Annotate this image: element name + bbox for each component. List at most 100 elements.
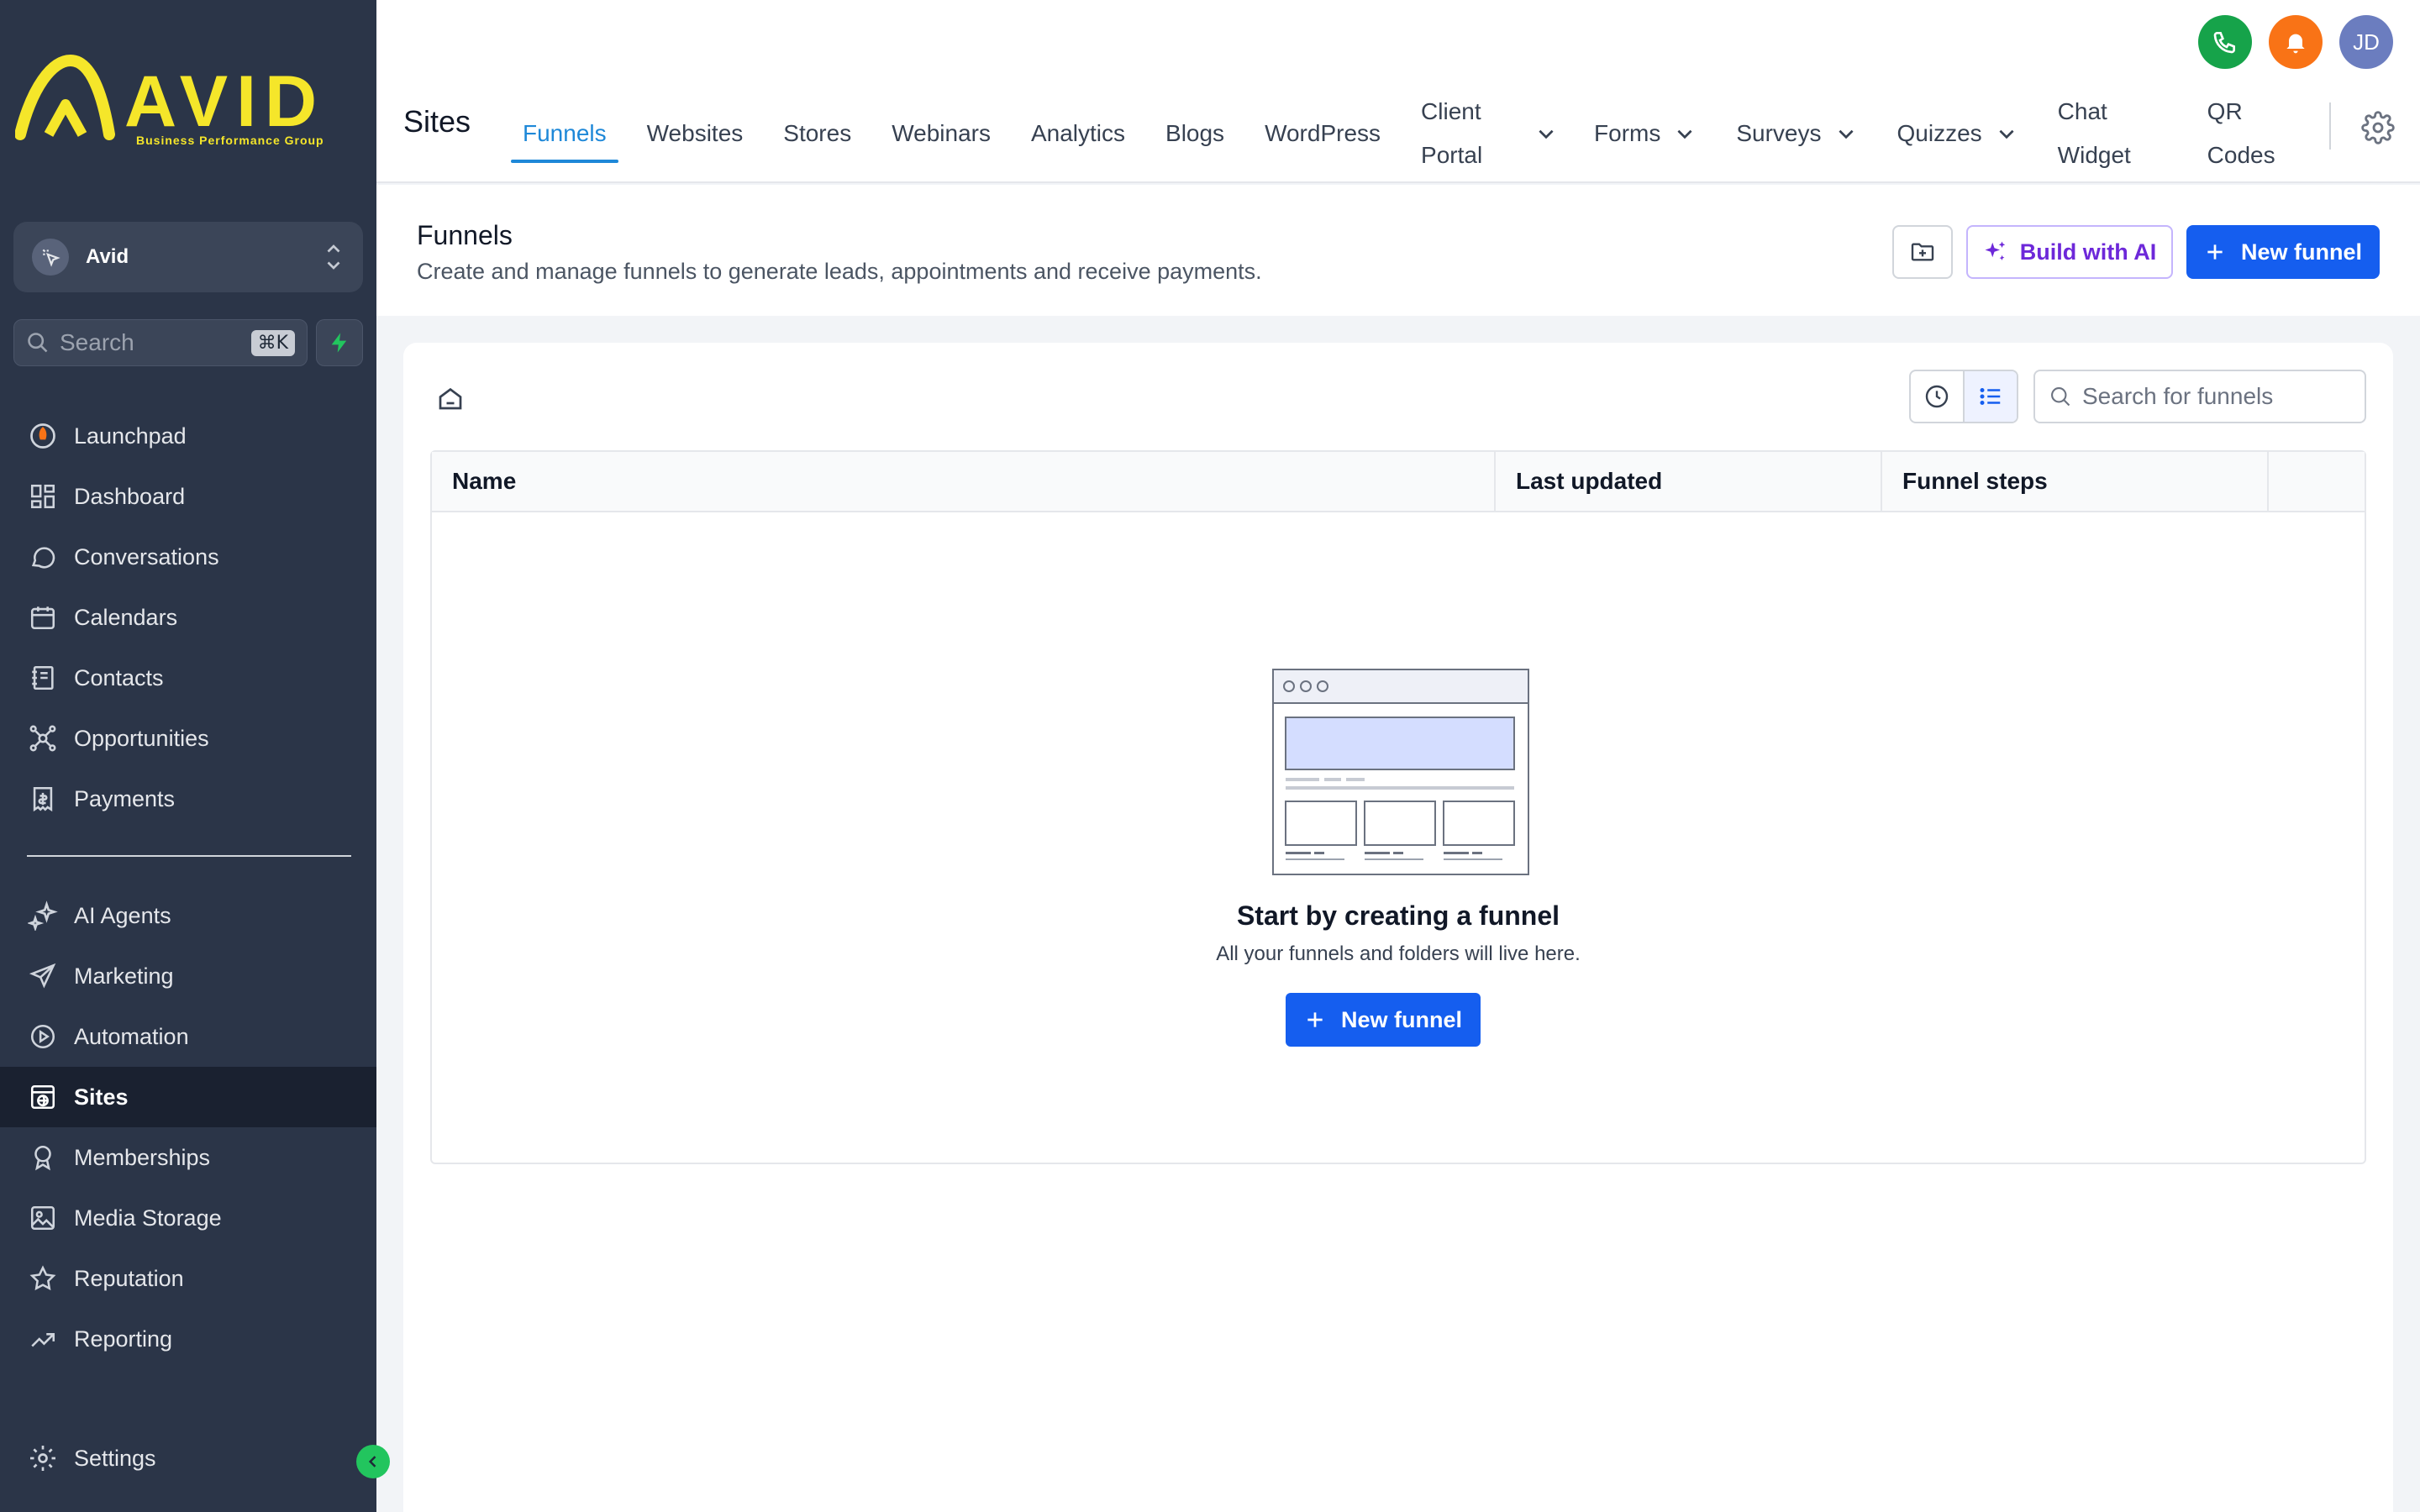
funnels-card: Name Last updated Funnel steps (403, 343, 2393, 1512)
sidebar-item-sites[interactable]: Sites (0, 1067, 376, 1127)
chevron-left-icon (368, 1456, 376, 1467)
tab-blogs[interactable]: Blogs (1145, 84, 1244, 183)
tab-label: Client Portal (1421, 90, 1522, 177)
sidebar-item-label: Automation (74, 1023, 189, 1049)
tab-label: Chat Widget (2058, 90, 2167, 177)
sidebar-item-reporting[interactable]: Reporting (0, 1309, 376, 1369)
svg-text:AVID: AVID (124, 61, 325, 142)
chevron-down-icon (1838, 129, 1854, 139)
sidebar-item-launchpad[interactable]: Launchpad (0, 406, 376, 466)
notifications-button[interactable] (2269, 15, 2323, 69)
sidebar-item-label: Reputation (74, 1265, 184, 1291)
sidebar-search[interactable]: Search ⌘K (13, 319, 308, 366)
chevron-updown-icon (327, 244, 340, 270)
sidebar-item-media-storage[interactable]: Media Storage (0, 1188, 376, 1248)
sidebar-item-label: Conversations (74, 543, 219, 570)
gear-icon (27, 1442, 59, 1474)
sidebar-item-label: Opportunities (74, 725, 209, 751)
empty-funnel-illustration (1272, 669, 1529, 875)
image-icon (27, 1202, 59, 1234)
chevron-down-icon (1677, 129, 1692, 139)
empty-state-title: Start by creating a funnel (1236, 900, 1560, 931)
top-bar: Sites Funnels Websites Stores Webinars A… (376, 0, 2420, 183)
funnels-header: Funnels Create and manage funnels to gen… (376, 185, 2420, 316)
chat-bubble-icon (27, 541, 59, 573)
build-with-ai-button[interactable]: Build with AI (1966, 225, 2173, 279)
sidebar-item-calendars[interactable]: Calendars (0, 587, 376, 648)
tab-stores[interactable]: Stores (763, 84, 871, 183)
sparkle-icon (1985, 241, 2005, 260)
table-header: Name Last updated Funnel steps (432, 452, 2365, 512)
sidebar-item-opportunities[interactable]: Opportunities (0, 708, 376, 769)
tab-qr-codes[interactable]: QR Codes (2187, 84, 2303, 183)
tab-client-portal[interactable]: Client Portal (1401, 84, 1574, 183)
sidebar-item-contacts[interactable]: Contacts (0, 648, 376, 708)
shortcut-badge: ⌘K (250, 329, 295, 356)
sidebar-secondary-nav: AI Agents Marketing Automation Sites Mem… (0, 885, 376, 1369)
chevron-down-icon (1539, 129, 1554, 139)
account-switcher[interactable]: Avid (13, 222, 363, 292)
tab-chat-widget[interactable]: Chat Widget (2038, 84, 2187, 183)
search-icon (28, 333, 48, 353)
sidebar-item-marketing[interactable]: Marketing (0, 946, 376, 1006)
sidebar-item-conversations[interactable]: Conversations (0, 527, 376, 587)
tab-websites[interactable]: Websites (627, 84, 764, 183)
tab-quizzes[interactable]: Quizzes (1877, 84, 2038, 183)
new-funnel-label: New funnel (2240, 239, 2362, 265)
phone-button[interactable] (2198, 15, 2252, 69)
sidebar-search-placeholder: Search (60, 329, 134, 355)
funnel-search-input[interactable] (2082, 383, 2351, 410)
search-icon (2051, 387, 2070, 407)
tab-wordpress[interactable]: WordPress (1244, 84, 1401, 183)
sidebar-search-row: Search ⌘K (13, 319, 363, 366)
receipt-icon (27, 783, 59, 815)
new-folder-button[interactable] (1892, 225, 1953, 279)
tab-label: Forms (1594, 120, 1661, 146)
sidebar-item-ai-agents[interactable]: AI Agents (0, 885, 376, 946)
grid-icon (27, 480, 59, 512)
sidebar-item-reputation[interactable]: Reputation (0, 1248, 376, 1309)
sidebar-item-label: Marketing (74, 963, 174, 989)
tab-label: QR Codes (2207, 90, 2283, 177)
empty-new-funnel-button[interactable]: New funnel (1286, 993, 1481, 1047)
user-initials: JD (2353, 29, 2380, 55)
tab-label: Stores (783, 120, 852, 146)
globe-window-icon (27, 1081, 59, 1113)
recent-view-button[interactable] (1911, 371, 1963, 422)
calendar-icon (27, 601, 59, 633)
breadcrumb-home[interactable] (435, 383, 466, 413)
tab-forms[interactable]: Forms (1574, 84, 1716, 183)
tab-webinars[interactable]: Webinars (871, 84, 1011, 183)
column-header-name[interactable]: Name (432, 452, 1496, 511)
tab-label: Quizzes (1897, 120, 1982, 146)
sidebar-item-label: Payments (74, 785, 176, 811)
column-header-funnel-steps[interactable]: Funnel steps (1882, 452, 2269, 511)
sidebar: AVID Business Performance Group Avid Sea… (0, 0, 390, 1512)
column-header-last-updated[interactable]: Last updated (1496, 452, 1882, 511)
svg-text:Business Performance Group: Business Performance Group (136, 134, 324, 147)
collapse-sidebar-button[interactable] (356, 1445, 390, 1478)
list-view-button[interactable] (1963, 371, 2017, 422)
sidebar-item-payments[interactable]: Payments (0, 769, 376, 829)
sidebar-item-dashboard[interactable]: Dashboard (0, 466, 376, 527)
sidebar-item-memberships[interactable]: Memberships (0, 1127, 376, 1188)
empty-state-description: All your funnels and folders will live h… (1216, 942, 1581, 965)
tab-label: Funnels (523, 120, 607, 146)
avid-logo[interactable]: AVID Business Performance Group (14, 54, 361, 155)
sites-settings-button[interactable] (2361, 111, 2395, 144)
sidebar-item-automation[interactable]: Automation (0, 1006, 376, 1067)
account-name: Avid (86, 245, 129, 268)
tab-funnels[interactable]: Funnels (502, 84, 627, 183)
sidebar-item-settings[interactable]: Settings (0, 1428, 376, 1488)
new-funnel-button[interactable]: New funnel (2186, 225, 2380, 279)
sites-tabs: Funnels Websites Stores Webinars Analyti… (502, 84, 2303, 183)
quick-actions-button[interactable] (316, 319, 363, 366)
home-icon (439, 387, 462, 410)
bell-icon (2286, 34, 2305, 54)
play-circle-icon (27, 1021, 59, 1053)
tab-surveys[interactable]: Surveys (1716, 84, 1876, 183)
user-avatar[interactable]: JD (2339, 15, 2393, 69)
sidebar-item-label: Reporting (74, 1326, 173, 1352)
tab-analytics[interactable]: Analytics (1011, 84, 1145, 183)
rocket-icon (27, 420, 59, 452)
